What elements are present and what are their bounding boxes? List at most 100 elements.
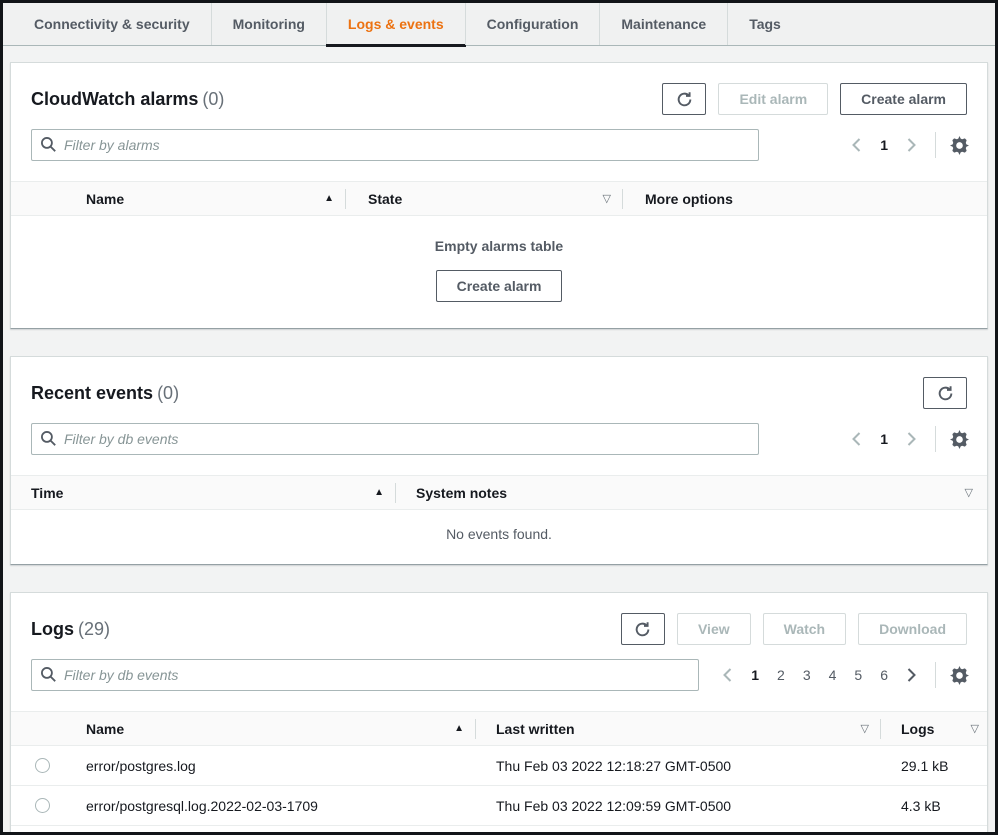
log-last-written: Thu Feb 03 2022 12:18:27 GMT-0500 — [476, 758, 881, 774]
alarms-filter — [31, 129, 759, 161]
logs-card: Logs(29) View Watch Download — [10, 592, 988, 835]
logs-title: Logs(29) — [31, 619, 110, 640]
log-name: error/postgres.log — [86, 758, 476, 774]
filter-caret-icon[interactable]: ▽ — [965, 486, 973, 499]
log-name: error/postgresql.log.2022-02-03-1709 — [86, 798, 476, 814]
logs-page-3[interactable]: 3 — [803, 667, 811, 683]
logs-filter-input[interactable] — [31, 659, 699, 691]
cloudwatch-alarms-card: CloudWatch alarms(0) Edit alarm Create a… — [10, 62, 988, 329]
row-radio-button[interactable] — [35, 798, 50, 813]
search-icon — [40, 136, 57, 158]
column-label: Time — [31, 485, 63, 501]
cloudwatch-alarms-title: CloudWatch alarms(0) — [31, 89, 224, 110]
logs-column-last-written[interactable]: Last written ▽ — [476, 721, 881, 737]
tab-connectivity-security[interactable]: Connectivity & security — [13, 3, 211, 45]
alarms-settings-gear-icon[interactable] — [950, 136, 969, 155]
logs-page-1[interactable]: 1 — [751, 667, 759, 683]
app-window: Connectivity & security Monitoring Logs … — [0, 0, 998, 835]
sort-ascending-icon[interactable]: ▲ — [324, 193, 334, 204]
alarms-filter-input[interactable] — [31, 129, 759, 161]
alarms-next-page-icon[interactable] — [906, 137, 917, 153]
column-label: System notes — [416, 485, 507, 501]
column-label: Logs — [901, 721, 934, 737]
column-label: State — [346, 191, 402, 207]
filter-caret-icon[interactable]: ▽ — [861, 722, 869, 735]
events-empty-message: No events found. — [11, 510, 987, 564]
tab-tags[interactable]: Tags — [727, 3, 802, 45]
events-filter-input[interactable] — [31, 423, 759, 455]
logs-page-5[interactable]: 5 — [854, 667, 862, 683]
sort-ascending-icon[interactable]: ▲ — [374, 487, 384, 498]
column-label: Last written — [496, 721, 575, 737]
column-label: Name — [86, 721, 124, 737]
filter-caret-icon[interactable]: ▽ — [971, 722, 979, 735]
alarms-column-name[interactable]: Name ▲ — [86, 191, 346, 207]
cloudwatch-alarms-title-text: CloudWatch alarms — [31, 89, 198, 109]
recent-events-card: Recent events(0) — [10, 356, 988, 565]
events-prev-page-icon[interactable] — [851, 431, 862, 447]
recent-events-title-text: Recent events — [31, 383, 153, 403]
events-table-header: Time ▲ System notes ▽ — [11, 475, 987, 510]
tab-logs-events[interactable]: Logs & events — [326, 3, 465, 45]
log-row-postgresql-1710[interactable]: error/postgresql.log.2022-02-03-1710 Thu… — [11, 826, 987, 835]
logs-column-logs[interactable]: Logs ▽ — [881, 721, 987, 737]
column-label: More options — [623, 191, 733, 207]
alarms-pagination: 1 — [851, 137, 917, 153]
log-row-postgres-log[interactable]: error/postgres.log Thu Feb 03 2022 12:18… — [11, 746, 987, 786]
events-page-number[interactable]: 1 — [880, 431, 888, 447]
events-filter — [31, 423, 759, 455]
refresh-icon — [676, 91, 693, 108]
refresh-icon — [634, 621, 651, 638]
alarms-refresh-button[interactable] — [662, 83, 706, 115]
recent-events-count: (0) — [153, 383, 179, 403]
events-next-page-icon[interactable] — [906, 431, 917, 447]
logs-filter — [31, 659, 699, 691]
column-label: Name — [86, 191, 124, 207]
filter-caret-icon[interactable]: ▽ — [603, 192, 611, 205]
events-column-time[interactable]: Time ▲ — [11, 485, 396, 501]
alarms-column-more-options: More options — [623, 191, 987, 207]
divider — [935, 132, 936, 158]
tab-configuration[interactable]: Configuration — [465, 3, 600, 45]
edit-alarm-button[interactable]: Edit alarm — [718, 83, 828, 115]
tab-maintenance[interactable]: Maintenance — [599, 3, 727, 45]
watch-log-button[interactable]: Watch — [763, 613, 846, 645]
alarms-empty-state: Empty alarms table Create alarm — [11, 216, 987, 328]
logs-column-name[interactable]: Name ▲ — [86, 721, 476, 737]
log-last-written: Thu Feb 03 2022 12:09:59 GMT-0500 — [476, 798, 881, 814]
events-settings-gear-icon[interactable] — [950, 430, 969, 449]
log-size: 29.1 kB — [881, 758, 987, 774]
create-alarm-button[interactable]: Create alarm — [840, 83, 967, 115]
row-radio-button[interactable] — [35, 758, 50, 773]
alarms-table-header: Name ▲ State ▽ More options — [11, 181, 987, 216]
cloudwatch-alarms-count: (0) — [198, 89, 224, 109]
view-log-button[interactable]: View — [677, 613, 751, 645]
alarms-column-state[interactable]: State ▽ — [346, 191, 623, 207]
refresh-icon — [937, 385, 954, 402]
logs-title-text: Logs — [31, 619, 74, 639]
recent-events-title: Recent events(0) — [31, 383, 179, 404]
logs-page-4[interactable]: 4 — [829, 667, 837, 683]
events-refresh-button[interactable] — [923, 377, 967, 409]
logs-table-header: Name ▲ Last written ▽ Logs ▽ — [11, 711, 987, 746]
logs-page-2[interactable]: 2 — [777, 667, 785, 683]
detail-tabs: Connectivity & security Monitoring Logs … — [3, 3, 995, 46]
alarms-prev-page-icon[interactable] — [851, 137, 862, 153]
tab-monitoring[interactable]: Monitoring — [211, 3, 326, 45]
logs-next-page-icon[interactable] — [906, 667, 917, 683]
sort-ascending-icon[interactable]: ▲ — [454, 723, 464, 734]
logs-refresh-button[interactable] — [621, 613, 665, 645]
search-icon — [40, 666, 57, 688]
alarms-page-number[interactable]: 1 — [880, 137, 888, 153]
log-row-postgresql-1709[interactable]: error/postgresql.log.2022-02-03-1709 Thu… — [11, 786, 987, 826]
divider — [935, 426, 936, 452]
download-log-button[interactable]: Download — [858, 613, 967, 645]
logs-prev-page-icon[interactable] — [722, 667, 733, 683]
divider — [935, 662, 936, 688]
logs-pagination: 1 2 3 4 5 6 — [722, 667, 917, 683]
logs-page-6[interactable]: 6 — [880, 667, 888, 683]
alarms-empty-create-alarm-button[interactable]: Create alarm — [436, 270, 563, 302]
events-column-system-notes[interactable]: System notes ▽ — [396, 485, 987, 501]
log-size: 4.3 kB — [881, 798, 987, 814]
logs-settings-gear-icon[interactable] — [950, 666, 969, 685]
